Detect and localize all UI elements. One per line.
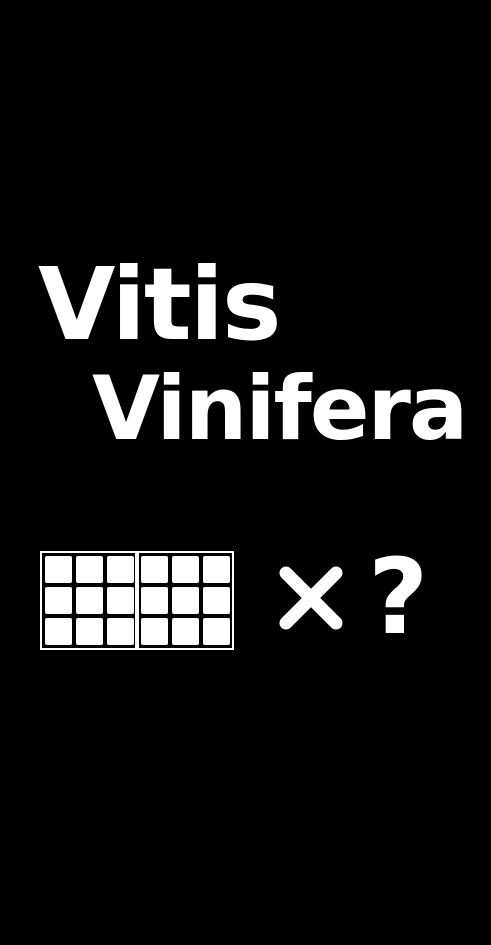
question-mark: ? bbox=[368, 536, 429, 658]
grid-cell bbox=[203, 587, 230, 614]
grid-cell bbox=[203, 556, 230, 583]
grid-cell bbox=[107, 618, 134, 645]
title-line-vinifera: Vinifera bbox=[92, 357, 468, 460]
grid-cell bbox=[107, 556, 134, 583]
grid-cell bbox=[45, 618, 72, 645]
title-line-vitis: Vitis bbox=[38, 246, 282, 363]
grid-cell bbox=[141, 556, 168, 583]
grid-cell bbox=[76, 587, 103, 614]
grid-cell bbox=[45, 587, 72, 614]
grid-icon bbox=[40, 551, 234, 650]
grid-cell bbox=[141, 587, 168, 614]
times-icon bbox=[279, 566, 343, 630]
grid-cell bbox=[172, 587, 199, 614]
grid-cell bbox=[203, 618, 230, 645]
grid-cell bbox=[172, 556, 199, 583]
grid-cell bbox=[172, 618, 199, 645]
grid-cell bbox=[45, 556, 72, 583]
page: Vitis Vinifera ? bbox=[0, 0, 491, 945]
grid-cell bbox=[76, 618, 103, 645]
grid-cell bbox=[107, 587, 134, 614]
grid-cell bbox=[141, 618, 168, 645]
grid-cell bbox=[76, 556, 103, 583]
